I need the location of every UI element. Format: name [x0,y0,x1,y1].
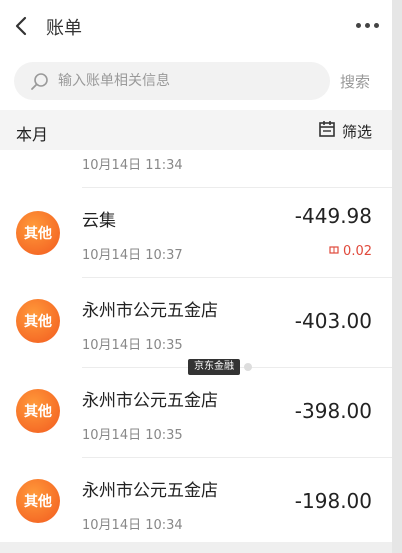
transaction-amount: -449.98 [294,204,372,228]
category-avatar: 其他 [16,389,60,433]
badge-handle [244,363,252,371]
search-box[interactable] [14,62,330,100]
category-avatar: 其他 [16,211,60,255]
month-bar: 本月 筛选 [0,110,392,150]
category-avatar: 其他 [16,299,60,343]
transaction-time: 10月14日 11:34 [82,158,183,173]
discount-amount: 0.02 [329,244,372,259]
search-button[interactable]: 搜索 [340,71,370,92]
transaction-list: 10月14日 11:34 其他 云集 10月14日 10:37 -449.98 … [0,150,392,542]
search-icon [30,72,50,92]
transaction-time: 10月14日 10:35 [82,338,183,353]
scrollbar[interactable] [392,0,402,553]
back-icon[interactable] [10,14,34,38]
list-item[interactable]: 10月14日 11:34 [0,150,392,188]
search-row: 搜索 [0,52,392,110]
transaction-amount: -403.00 [294,309,372,333]
merchant-name: 云集 [82,211,116,231]
transaction-time: 10月14日 10:35 [82,428,183,443]
merchant-name: 永州市公元五金店 [82,391,218,411]
search-input[interactable] [58,70,318,92]
coupon-icon [329,244,339,259]
list-item[interactable]: 其他 永州市公元五金店 10月14日 10:35 -398.00 [0,368,392,458]
bottom-spacer [0,542,392,553]
transaction-amount: -198.00 [294,489,372,513]
more-dots-icon[interactable] [356,20,382,30]
transaction-amount: -398.00 [294,399,372,423]
list-item[interactable]: 其他 云集 10月14日 10:37 -449.98 0.02 [0,188,392,278]
category-avatar: 其他 [16,479,60,523]
overlay-badge: 京东金融 [188,359,240,375]
month-label[interactable]: 本月 [16,121,48,145]
top-bar: 账单 [0,0,392,52]
merchant-name: 永州市公元五金店 [82,481,218,501]
list-item[interactable]: 其他 永州市公元五金店 10月14日 10:35 -403.00 [0,278,392,368]
transaction-time: 10月14日 10:37 [82,248,183,263]
discount-value: 0.02 [343,244,372,259]
list-item[interactable]: 其他 永州市公元五金店 10月14日 10:34 -198.00 [0,458,392,542]
filter-label: 筛选 [341,122,372,141]
page-title: 账单 [46,18,82,39]
transaction-time: 10月14日 10:34 [82,518,183,533]
filter-button[interactable]: 筛选 [318,121,372,141]
merchant-name: 永州市公元五金店 [82,301,218,321]
calendar-filter-icon [318,120,336,142]
